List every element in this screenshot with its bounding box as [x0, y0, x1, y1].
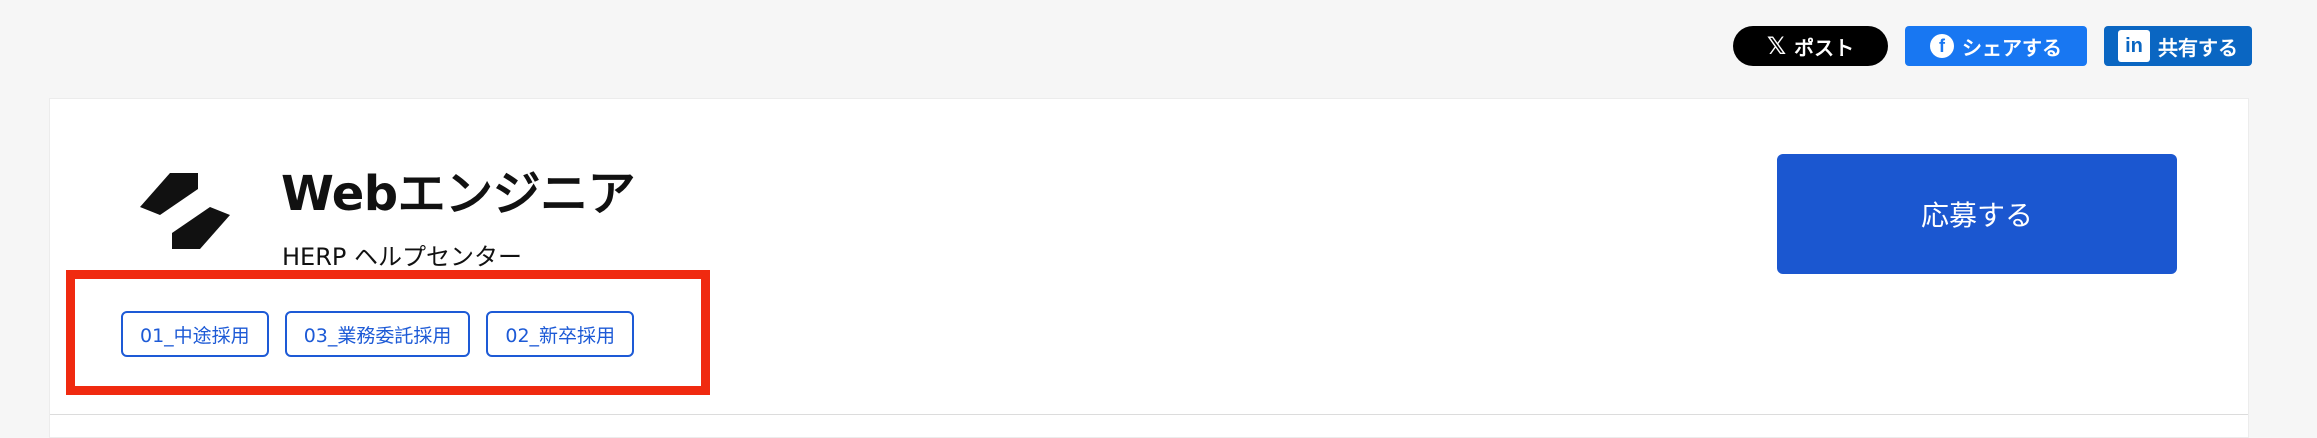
- company-name: HERP ヘルプセンター: [282, 243, 522, 271]
- linkedin-icon: in: [2118, 30, 2150, 62]
- facebook-share-label: シェアする: [1962, 35, 2062, 60]
- apply-button[interactable]: 応募する: [1777, 154, 2177, 274]
- linkedin-share-label: 共有する: [2158, 35, 2238, 60]
- herp-logo-icon: [140, 173, 230, 249]
- job-header-card: Webエンジニア HERP ヘルプセンター 01_中途採用 03_業務委託採用 …: [49, 98, 2249, 438]
- x-post-button[interactable]: 𝕏 ポスト: [1733, 26, 1888, 66]
- facebook-icon: f: [1930, 34, 1954, 58]
- facebook-share-button[interactable]: f シェアする: [1905, 26, 2087, 66]
- highlight-box: [66, 270, 710, 395]
- x-post-label: ポスト: [1794, 35, 1855, 60]
- share-bar: 𝕏 ポスト f シェアする in 共有する: [1733, 26, 2252, 66]
- job-title: Webエンジニア: [281, 166, 636, 222]
- x-logo-icon: 𝕏: [1766, 32, 1787, 60]
- linkedin-share-button[interactable]: in 共有する: [2104, 26, 2252, 66]
- divider: [50, 414, 2248, 415]
